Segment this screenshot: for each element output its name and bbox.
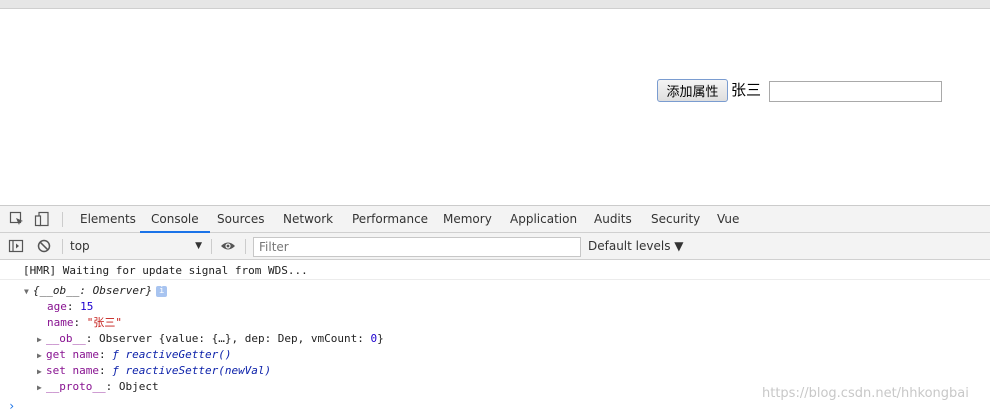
expand-triangle-right-icon[interactable]: ▶ — [37, 349, 46, 363]
object-header-row[interactable]: ▼ {__ob__: Observer} i — [24, 284, 168, 299]
property-value: Object — [118, 380, 159, 393]
devtools-panel: Elements Console Sources Network Perform… — [0, 205, 990, 413]
toolbar-separator — [62, 239, 63, 254]
property-name-row: name: "张三" — [47, 316, 122, 329]
context-select-value: top — [70, 239, 90, 253]
property-key: get name — [46, 348, 99, 361]
tab-elements[interactable]: Elements — [80, 206, 136, 233]
expand-triangle-down-icon[interactable]: ▼ — [24, 285, 33, 299]
property-key: __proto__ — [46, 380, 106, 393]
inspect-element-icon[interactable] — [9, 211, 25, 227]
property-value-end: } — [377, 332, 384, 345]
info-icon: i — [156, 285, 168, 297]
tab-security[interactable]: Security — [651, 206, 700, 233]
tab-performance[interactable]: Performance — [352, 206, 428, 233]
tab-vue[interactable]: Vue — [717, 206, 739, 233]
property-value: ƒ reactiveGetter() — [112, 348, 232, 361]
property-value: Observer {value: {…}, dep: Dep, vmCount: — [99, 332, 371, 345]
tab-memory[interactable]: Memory — [443, 206, 492, 233]
property-setter-row[interactable]: ▶ set name: ƒ reactiveSetter(newVal) — [37, 364, 271, 379]
tab-console[interactable]: Console — [140, 206, 210, 233]
property-key: __ob__ — [46, 332, 86, 345]
tab-sources[interactable]: Sources — [217, 206, 264, 233]
property-ob-row[interactable]: ▶ __ob__: Observer {value: {…}, dep: Dep,… — [37, 332, 384, 347]
console-sidebar-icon[interactable] — [8, 238, 24, 254]
browser-top-strip — [0, 0, 990, 9]
object-preview: {__ob__: Observer} — [33, 284, 153, 297]
tab-separator — [62, 212, 63, 227]
name-input[interactable] — [769, 81, 942, 102]
property-value: 15 — [80, 300, 94, 313]
tab-network[interactable]: Network — [283, 206, 333, 233]
devtools-tabbar: Elements Console Sources Network Perform… — [0, 206, 990, 233]
property-age-row: age: 15 — [47, 300, 94, 313]
log-levels-dropdown[interactable]: Default levels ▼ — [588, 237, 684, 256]
clear-console-icon[interactable] — [36, 238, 52, 254]
expand-triangle-right-icon[interactable]: ▶ — [37, 333, 46, 347]
toolbar-separator — [245, 239, 246, 254]
property-value: ƒ reactiveSetter(newVal) — [112, 364, 272, 377]
property-getter-row[interactable]: ▶ get name: ƒ reactiveGetter() — [37, 348, 231, 363]
expand-triangle-right-icon[interactable]: ▶ — [37, 381, 46, 395]
property-proto-row[interactable]: ▶ __proto__: Object — [37, 380, 159, 395]
context-select[interactable]: top ▼ — [70, 237, 204, 256]
hmr-message: [HMR] Waiting for update signal from WDS… — [23, 264, 308, 277]
property-key: name — [47, 316, 74, 329]
console-prompt-icon[interactable]: › — [8, 399, 15, 413]
chevron-down-icon: ▼ — [195, 241, 202, 251]
console-message: [HMR] Waiting for update signal from WDS… — [0, 260, 990, 280]
toolbar-separator — [211, 239, 212, 254]
property-key: age — [47, 300, 67, 313]
property-value: "张三" — [86, 316, 122, 329]
add-property-button[interactable]: 添加属性 — [657, 79, 728, 102]
expand-triangle-right-icon[interactable]: ▶ — [37, 365, 46, 379]
tab-audits[interactable]: Audits — [594, 206, 632, 233]
filter-input[interactable] — [253, 237, 581, 257]
console-toolbar: top ▼ Default levels ▼ — [0, 233, 990, 260]
live-expression-eye-icon[interactable] — [220, 238, 236, 254]
tab-application[interactable]: Application — [510, 206, 577, 233]
device-toolbar-icon[interactable] — [34, 211, 50, 227]
watermark-text: https://blog.csdn.net/hhkongbai — [762, 386, 969, 401]
console-output: [HMR] Waiting for update signal from WDS… — [0, 260, 990, 413]
property-key: set name — [46, 364, 99, 377]
name-text: 张三 — [731, 81, 762, 99]
page-content: 添加属性 张三 — [0, 9, 990, 205]
